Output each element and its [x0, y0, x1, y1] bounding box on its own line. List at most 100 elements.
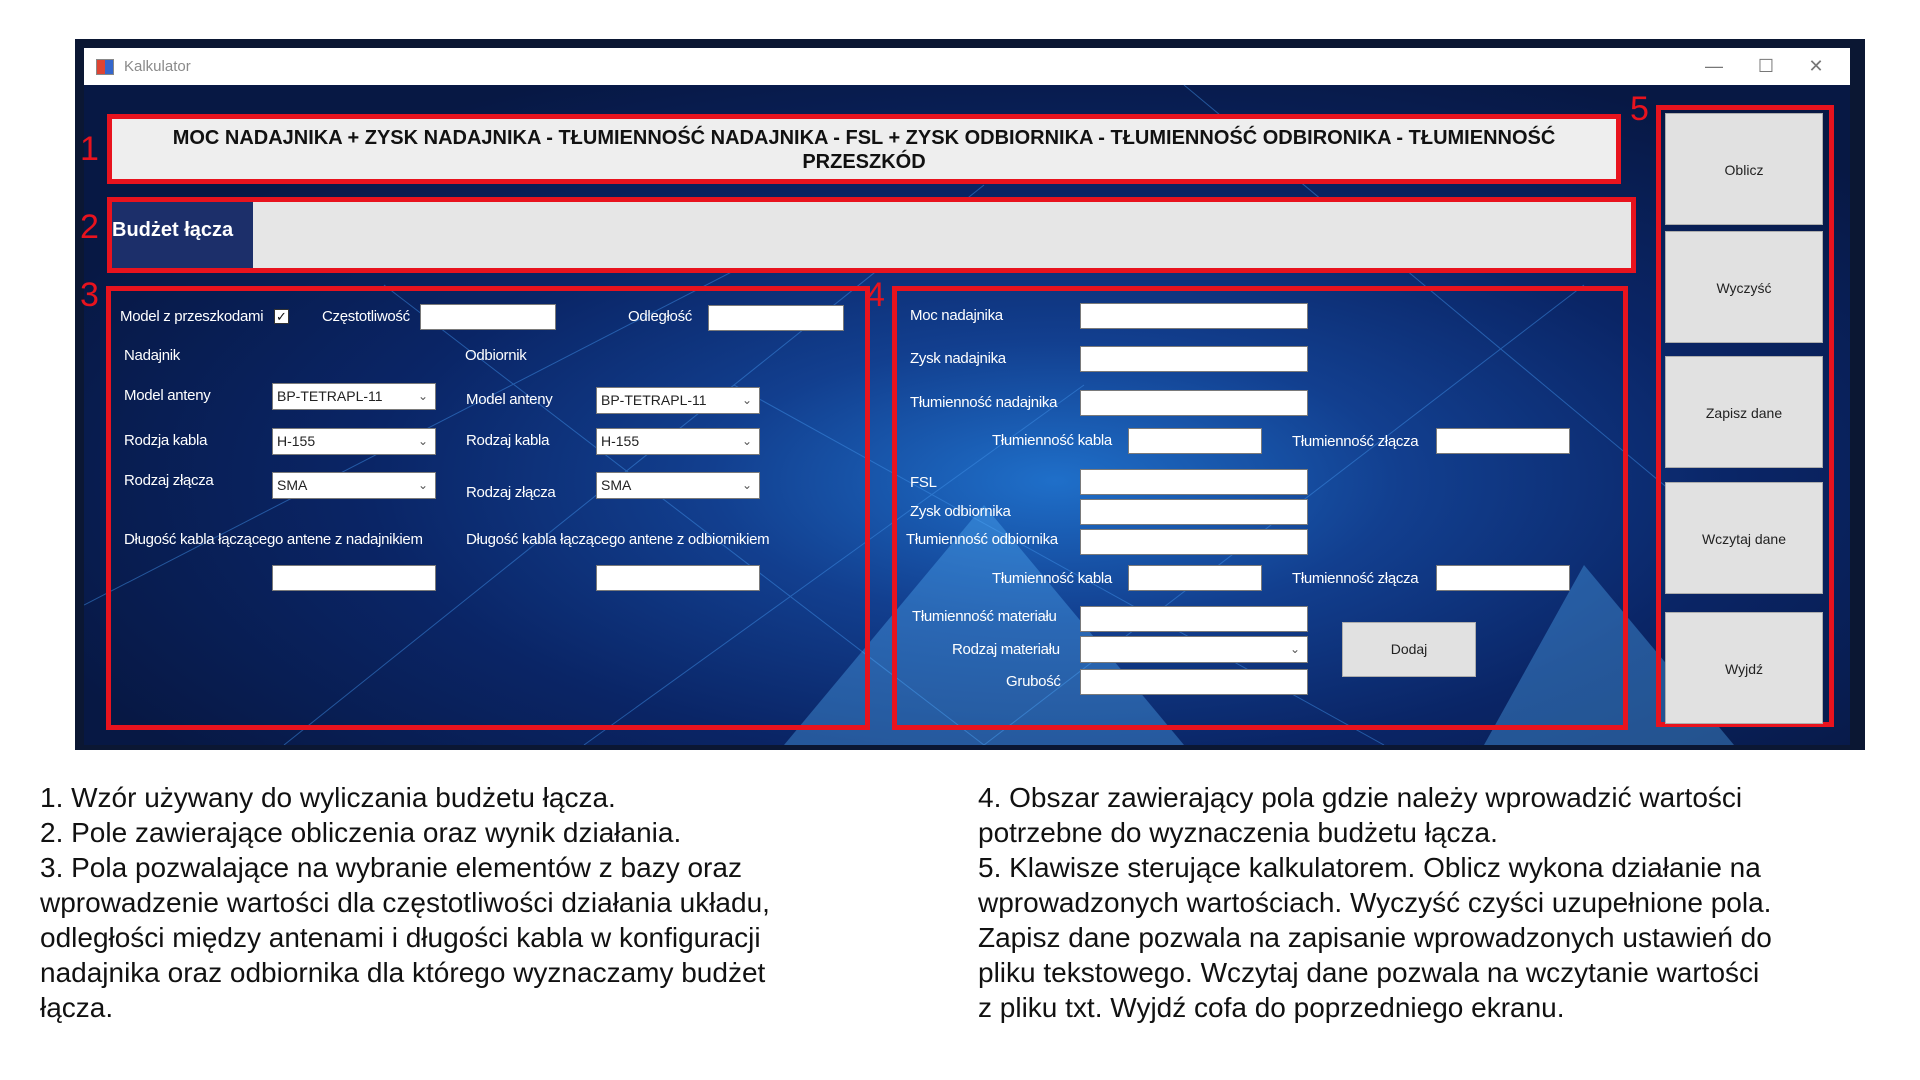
marker-3: 3: [80, 276, 99, 314]
caption-line: pliku tekstowego. Wczytaj dane pozwala n…: [978, 957, 1760, 988]
dropdown-arrow-icon: ⌄: [1289, 642, 1301, 656]
tlumiennosc-nadajnika-label: Tłumienność nadajnika: [910, 394, 1058, 411]
dodaj-button[interactable]: Dodaj: [1342, 622, 1476, 677]
zysk-nadajnika-input[interactable]: [1080, 346, 1308, 372]
caption-right: 4. Obszar zawierający pola gdzie należy …: [978, 780, 1772, 1025]
tlumiennosc-zlacza-tx-input[interactable]: [1436, 428, 1570, 454]
dropdown-arrow-icon: ⌄: [741, 434, 753, 448]
tlumiennosc-nadajnika-input[interactable]: [1080, 390, 1308, 416]
caption-line: 5. Klawisze sterujące kalkulatorem. Obli…: [978, 852, 1761, 883]
rx-model-anteny-select[interactable]: BP-TETRAPL-11 ⌄: [596, 387, 760, 414]
window-title: Kalkulator: [124, 58, 191, 75]
rx-model-anteny-value: BP-TETRAPL-11: [601, 392, 707, 408]
tlumiennosc-zlacza-rx-input[interactable]: [1436, 565, 1570, 591]
czestotliwosc-label: Częstotliwość: [322, 308, 410, 325]
app-icon: [96, 59, 114, 75]
caption-left: 1. Wzór używany do wyliczania budżetu łą…: [40, 780, 770, 1025]
marker-1: 1: [80, 130, 99, 168]
close-button[interactable]: ✕: [1796, 54, 1836, 78]
tx-model-anteny-label: Model anteny: [124, 387, 211, 404]
tx-rodzaj-kabla-value: H-155: [277, 433, 316, 449]
caption-line: Zapisz dane pozwala na zapisanie wprowad…: [978, 922, 1772, 953]
rx-rodzaj-zlacza-value: SMA: [601, 477, 632, 493]
tlumiennosc-odbiornika-input[interactable]: [1080, 529, 1308, 555]
formula-line-2: PRZESZKÓD: [802, 151, 926, 173]
dropdown-arrow-icon: ⌄: [417, 434, 429, 448]
czestotliwosc-input[interactable]: [420, 304, 556, 330]
tx-dlugosc-kabla-input[interactable]: [272, 565, 436, 591]
tx-rodzaj-zlacza-label: Rodzaj złącza: [124, 472, 214, 489]
tlumiennosc-materialu-input[interactable]: [1080, 606, 1308, 632]
tlumiennosc-kabla-rx-input[interactable]: [1128, 565, 1262, 591]
rx-dlugosc-kabla-input[interactable]: [596, 565, 760, 591]
tlumiennosc-kabla-tx-label: Tłumienność kabla: [992, 432, 1112, 449]
rx-model-anteny-label: Model anteny: [466, 391, 553, 408]
marker-5: 5: [1630, 90, 1649, 128]
marker-4: 4: [866, 276, 885, 314]
tlumiennosc-kabla-rx-label: Tłumienność kabla: [992, 570, 1112, 587]
budget-field: Budżet łącza: [107, 197, 1636, 273]
nadajnik-heading: Nadajnik: [124, 347, 180, 364]
fsl-label: FSL: [910, 474, 937, 491]
tx-rodzaj-kabla-select[interactable]: H-155 ⌄: [272, 428, 436, 455]
grubosc-label: Grubość: [1006, 673, 1061, 690]
caption-line: łącza.: [40, 992, 114, 1023]
tlumiennosc-odbiornika-label: Tłumienność odbiornika: [906, 531, 1058, 548]
maximize-button[interactable]: ☐: [1746, 54, 1786, 78]
formula-line-1: MOC NADAJNIKA + ZYSK NADAJNIKA - TŁUMIEN…: [172, 127, 1556, 149]
odleglosc-label: Odległość: [628, 308, 693, 325]
caption-line: 4. Obszar zawierający pola gdzie należy …: [978, 782, 1743, 813]
odleglosc-input[interactable]: [708, 305, 844, 331]
odbiornik-heading: Odbiornik: [465, 347, 527, 364]
budget-label: Budżet łącza: [112, 202, 253, 268]
model-z-przeszkodami-checkbox[interactable]: ✓: [274, 309, 289, 324]
caption-line: odległości między antenami i długości ka…: [40, 922, 761, 953]
marker-2: 2: [80, 208, 99, 246]
checkbox-check-icon: ✓: [276, 309, 287, 324]
wczytaj-dane-button[interactable]: Wczytaj dane: [1665, 482, 1823, 594]
rodzaj-materialu-label: Rodzaj materiału: [952, 641, 1060, 658]
zysk-odbiornika-input[interactable]: [1080, 499, 1308, 525]
caption-line: 3. Pola pozwalające na wybranie elementó…: [40, 852, 742, 883]
zysk-nadajnika-label: Zysk nadajnika: [910, 350, 1006, 367]
rx-rodzaj-zlacza-label: Rodzaj złącza: [466, 484, 556, 501]
moc-nadajnika-input[interactable]: [1080, 303, 1308, 329]
title-bar: Kalkulator — ☐ ✕: [84, 48, 1850, 85]
minimize-button[interactable]: —: [1694, 54, 1734, 78]
oblicz-button[interactable]: Oblicz: [1665, 113, 1823, 225]
tx-rodzaj-zlacza-value: SMA: [277, 477, 308, 493]
tx-model-anteny-select[interactable]: BP-TETRAPL-11 ⌄: [272, 383, 436, 410]
caption-line: potrzebne do wyznaczenia budżetu łącza.: [978, 817, 1498, 848]
wyczysc-button[interactable]: Wyczyść: [1665, 231, 1823, 343]
tx-model-anteny-value: BP-TETRAPL-11: [277, 388, 383, 404]
tx-rodzaj-kabla-label: Rodzja kabla: [124, 432, 208, 449]
fsl-input[interactable]: [1080, 469, 1308, 495]
wyjdz-button[interactable]: Wyjdź: [1665, 612, 1823, 724]
caption-line: 1. Wzór używany do wyliczania budżetu łą…: [40, 782, 616, 813]
dropdown-arrow-icon: ⌄: [417, 389, 429, 403]
tlumiennosc-zlacza-tx-label: Tłumienność złącza: [1292, 433, 1419, 450]
rodzaj-materialu-select[interactable]: ⌄: [1080, 636, 1308, 663]
tx-rodzaj-zlacza-select[interactable]: SMA ⌄: [272, 472, 436, 499]
grubosc-input[interactable]: [1080, 669, 1308, 695]
tlumiennosc-kabla-tx-input[interactable]: [1128, 428, 1262, 454]
model-z-przeszkodami-label: Model z przeszkodami: [120, 308, 264, 325]
dropdown-arrow-icon: ⌄: [417, 478, 429, 492]
zysk-odbiornika-label: Zysk odbiornika: [910, 503, 1011, 520]
caption-line: nadajnika oraz odbiornika dla którego wy…: [40, 957, 766, 988]
zapisz-dane-button[interactable]: Zapisz dane: [1665, 356, 1823, 468]
caption-line: wprowadzenie wartości dla częstotliwości…: [40, 887, 770, 918]
caption-line: wprowadzonych wartościach. Wyczyść czyśc…: [978, 887, 1772, 918]
tlumiennosc-materialu-label: Tłumienność materiału: [912, 608, 1057, 625]
formula-box: MOC NADAJNIKA + ZYSK NADAJNIKA - TŁUMIEN…: [107, 114, 1621, 184]
tx-dlugosc-kabla-label: Długość kabla łączącego antene z nadajni…: [124, 531, 423, 548]
caption-line: 2. Pole zawierające obliczenia oraz wyni…: [40, 817, 682, 848]
moc-nadajnika-label: Moc nadajnika: [910, 307, 1003, 324]
rx-rodzaj-kabla-value: H-155: [601, 433, 640, 449]
rx-rodzaj-kabla-select[interactable]: H-155 ⌄: [596, 428, 760, 455]
rx-rodzaj-zlacza-select[interactable]: SMA ⌄: [596, 472, 760, 499]
dropdown-arrow-icon: ⌄: [741, 478, 753, 492]
rx-dlugosc-kabla-label: Długość kabla łączącego antene z odbiorn…: [466, 531, 770, 548]
caption-line: z pliku txt. Wyjdź cofa do poprzedniego …: [978, 992, 1565, 1023]
dropdown-arrow-icon: ⌄: [741, 393, 753, 407]
